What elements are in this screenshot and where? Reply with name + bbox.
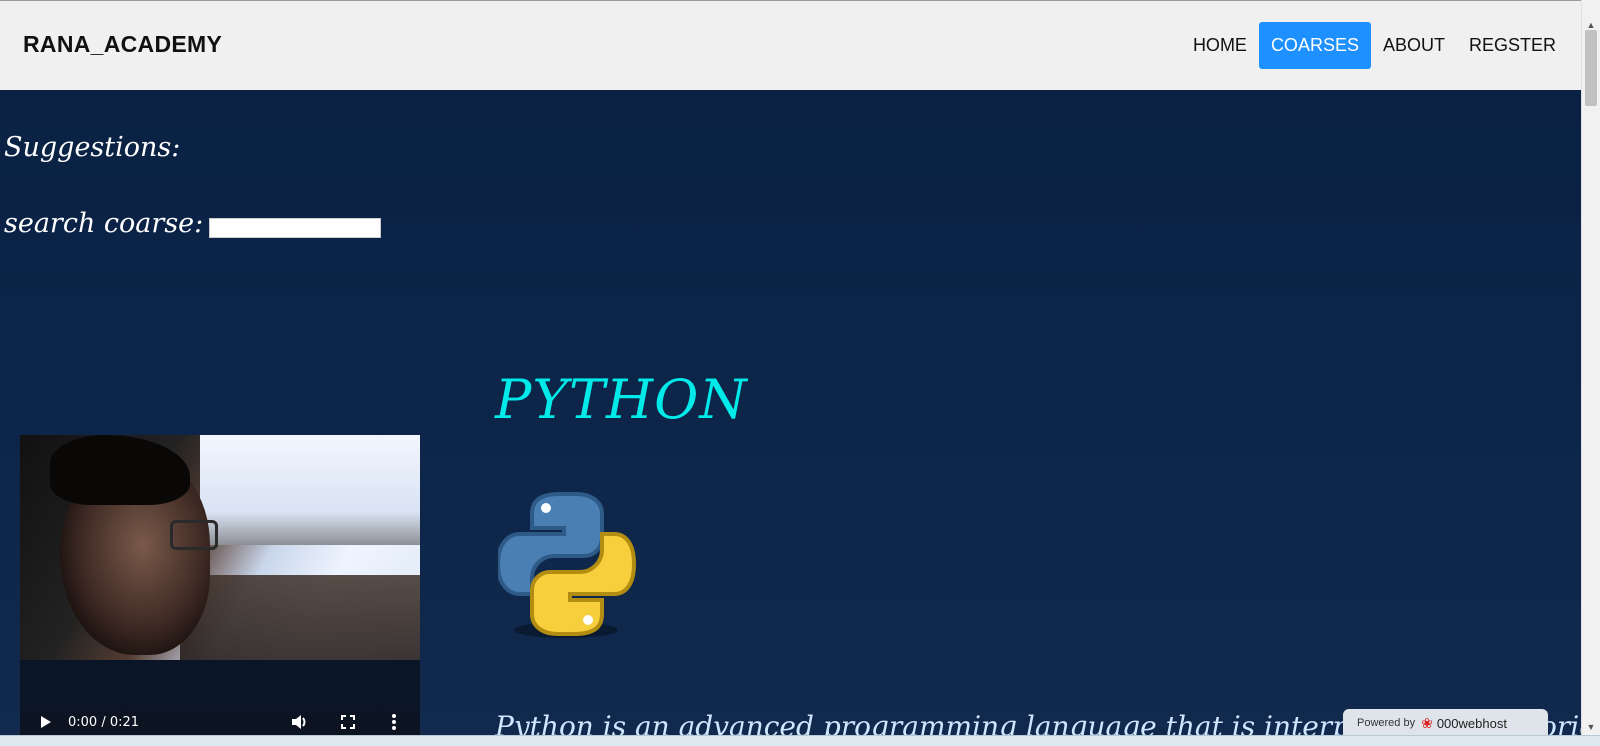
nav-courses[interactable]: COARSES: [1258, 22, 1371, 69]
suggestions-heading: Suggestions:: [4, 132, 181, 163]
host-name: 000webhost: [1436, 715, 1507, 731]
powered-prefix: Powered by: [1357, 717, 1416, 729]
video-frame: [20, 435, 420, 660]
course-video[interactable]: 0:00 / 0:21: [20, 435, 420, 746]
navbar: RANA_ACADEMY HOME COARSES ABOUT REGSTER: [0, 0, 1582, 90]
search-input[interactable]: [209, 217, 382, 238]
page: RANA_ACADEMY HOME COARSES ABOUT REGSTER …: [0, 0, 1600, 746]
python-logo-icon: [495, 490, 638, 640]
more-vertical-icon[interactable]: [382, 710, 406, 734]
search-label: search coarse:: [4, 208, 204, 239]
main-nav: HOME COARSES ABOUT REGSTER: [1181, 22, 1568, 69]
vertical-scrollbar[interactable]: ▲ ▼: [1581, 0, 1600, 736]
search-row: search coarse:: [4, 208, 382, 239]
video-person-hair: [50, 435, 190, 505]
site-logo[interactable]: RANA_ACADEMY: [23, 31, 222, 58]
course-title: PYTHON: [495, 368, 748, 431]
video-bg-desk: [180, 575, 420, 660]
fullscreen-icon[interactable]: [336, 710, 360, 734]
nav-register[interactable]: REGSTER: [1457, 22, 1568, 69]
video-time: 0:00 / 0:21: [68, 714, 140, 730]
scroll-thumb[interactable]: [1585, 30, 1597, 106]
volume-icon[interactable]: [288, 710, 312, 734]
host-logo-icon: ❀: [1421, 714, 1433, 731]
play-icon[interactable]: [34, 710, 58, 734]
video-bg-screen: [200, 435, 420, 545]
nav-about[interactable]: ABOUT: [1371, 22, 1457, 69]
powered-by-badge[interactable]: Powered by ❀ 000webhost: [1343, 709, 1548, 737]
video-person-glasses: [170, 520, 218, 550]
nav-home[interactable]: HOME: [1181, 22, 1259, 69]
main-content: Suggestions: search coarse: 0:00 / 0:21: [0, 90, 1600, 746]
window-bottom-strip: [0, 735, 1600, 746]
scroll-down-arrow-icon[interactable]: ▼: [1582, 718, 1600, 736]
